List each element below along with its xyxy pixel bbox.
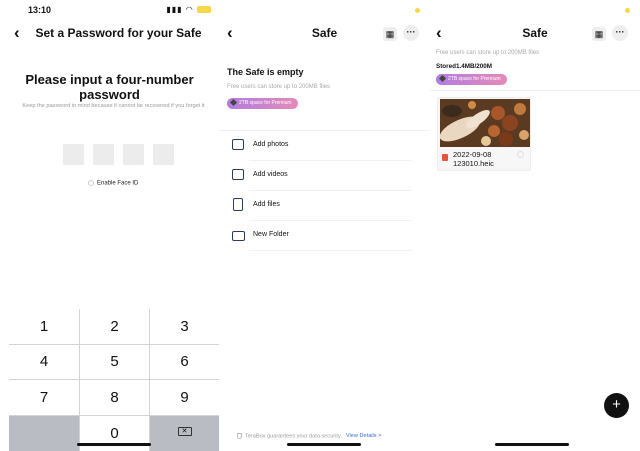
file-icon bbox=[233, 198, 243, 211]
row-divider bbox=[249, 250, 412, 251]
wifi-icon: ◠ bbox=[185, 5, 194, 14]
grid-view-icon[interactable]: ▦ bbox=[383, 27, 397, 41]
file-card[interactable]: 2022-09-08 123010.heic bbox=[437, 97, 531, 171]
add-videos-row[interactable]: Add videos bbox=[219, 161, 430, 191]
pin-digit-box bbox=[93, 144, 114, 165]
folder-icon bbox=[232, 231, 245, 241]
status-icons: ▮▮▮ ◠ bbox=[166, 5, 211, 14]
set-password-screen: 13:10 ▮▮▮ ◠ ‹ Set a Password for your Sa… bbox=[0, 0, 219, 451]
pin-digit-box bbox=[153, 144, 174, 165]
view-details-link[interactable]: View Details > bbox=[346, 433, 382, 439]
key-4[interactable]: 4 bbox=[9, 345, 79, 379]
photo-thumbnail bbox=[440, 99, 530, 147]
nav-bar: ‹ Safe ▦ ··· bbox=[430, 22, 640, 46]
empty-title: The Safe is empty bbox=[227, 67, 304, 77]
key-6[interactable]: 6 bbox=[150, 345, 219, 379]
more-icon[interactable]: ··· bbox=[612, 25, 628, 41]
divider bbox=[430, 90, 640, 91]
shield-icon bbox=[237, 433, 242, 439]
face-id-label: Enable Face ID bbox=[97, 180, 139, 187]
key-1[interactable]: 1 bbox=[9, 309, 79, 344]
premium-badge-label: 2TB space for Premium bbox=[448, 76, 501, 82]
add-files-label: Add files bbox=[253, 201, 280, 208]
photo-icon bbox=[232, 139, 244, 150]
food-photo-image bbox=[440, 99, 530, 147]
select-checkbox[interactable] bbox=[517, 151, 524, 158]
key-2[interactable]: 2 bbox=[80, 309, 149, 344]
video-icon bbox=[232, 169, 244, 180]
nav-bar: ‹ Set a Password for your Safe bbox=[0, 22, 219, 46]
page-title: Set a Password for your Safe bbox=[35, 26, 202, 40]
key-5[interactable]: 5 bbox=[80, 345, 149, 379]
premium-badge[interactable]: 2TB space for Premium bbox=[436, 74, 507, 85]
add-files-row[interactable]: Add files bbox=[219, 191, 430, 221]
grid-view-icon[interactable]: ▦ bbox=[592, 27, 606, 41]
face-id-toggle[interactable]: Enable Face ID bbox=[88, 180, 138, 187]
file-name: 2022-09-08 123010.heic bbox=[453, 150, 494, 168]
battery-icon bbox=[197, 6, 211, 14]
diamond-icon bbox=[438, 75, 447, 83]
add-videos-label: Add videos bbox=[253, 171, 288, 178]
file-name-line1: 2022-09-08 bbox=[453, 150, 492, 159]
status-bar bbox=[219, 0, 430, 22]
numeric-keypad: 1 2 3 4 5 6 7 8 9 0 ✕ bbox=[9, 309, 219, 451]
signal-icon: ▮▮▮ bbox=[166, 5, 183, 14]
storage-note: Free users can store up to 200MB files bbox=[227, 84, 331, 90]
safe-files-screen: ‹ Safe ▦ ··· Free users can store up to … bbox=[430, 0, 640, 451]
pin-digit-box bbox=[123, 144, 144, 165]
premium-badge-label: 2TB space for Premium bbox=[239, 100, 292, 106]
more-icon[interactable]: ··· bbox=[403, 25, 419, 41]
plus-icon: + bbox=[612, 396, 621, 413]
pin-input[interactable] bbox=[63, 144, 177, 166]
backspace-icon: ✕ bbox=[177, 427, 192, 436]
storage-note: Free users can store up to 200MB files bbox=[436, 50, 540, 56]
security-note: TeraBox guarantees your data security. Vi… bbox=[237, 433, 381, 439]
add-photos-row[interactable]: Add photos bbox=[219, 131, 430, 161]
add-button[interactable]: + bbox=[604, 393, 629, 418]
key-9[interactable]: 9 bbox=[150, 380, 219, 415]
home-indicator bbox=[287, 443, 361, 446]
radio-icon bbox=[88, 180, 94, 186]
home-indicator bbox=[495, 443, 569, 446]
add-photos-label: Add photos bbox=[253, 141, 289, 148]
page-title: Safe bbox=[522, 26, 548, 40]
status-bar bbox=[430, 0, 640, 22]
status-bar: 13:10 ▮▮▮ ◠ bbox=[0, 0, 219, 22]
page-title: Safe bbox=[311, 26, 338, 40]
home-indicator bbox=[77, 443, 151, 446]
safe-empty-screen: ‹ Safe ▦ ··· The Safe is empty Free user… bbox=[219, 0, 430, 451]
file-name-line2: 123010.heic bbox=[453, 159, 494, 168]
password-heading: Please input a four-number password bbox=[25, 72, 194, 102]
key-8[interactable]: 8 bbox=[80, 380, 149, 415]
image-file-icon bbox=[442, 154, 448, 161]
key-7[interactable]: 7 bbox=[9, 380, 79, 415]
password-hint: Keep the password in mind because it can… bbox=[22, 103, 205, 109]
premium-badge[interactable]: 2TB space for Premium bbox=[227, 98, 298, 109]
diamond-icon bbox=[229, 99, 238, 107]
pin-digit-box bbox=[63, 144, 84, 165]
nav-bar: ‹ Safe ▦ ··· bbox=[219, 22, 430, 46]
delete-key[interactable]: ✕ bbox=[150, 416, 219, 451]
new-folder-row[interactable]: New Folder bbox=[219, 221, 430, 251]
storage-usage: Stored1.4MB/200M bbox=[436, 63, 492, 70]
battery-icon bbox=[415, 8, 420, 13]
key-blank bbox=[9, 416, 79, 451]
status-time: 13:10 bbox=[28, 5, 52, 15]
new-folder-label: New Folder bbox=[253, 231, 289, 238]
key-3[interactable]: 3 bbox=[150, 309, 219, 344]
battery-icon bbox=[625, 8, 630, 13]
security-text: TeraBox guarantees your data security. bbox=[245, 433, 342, 440]
